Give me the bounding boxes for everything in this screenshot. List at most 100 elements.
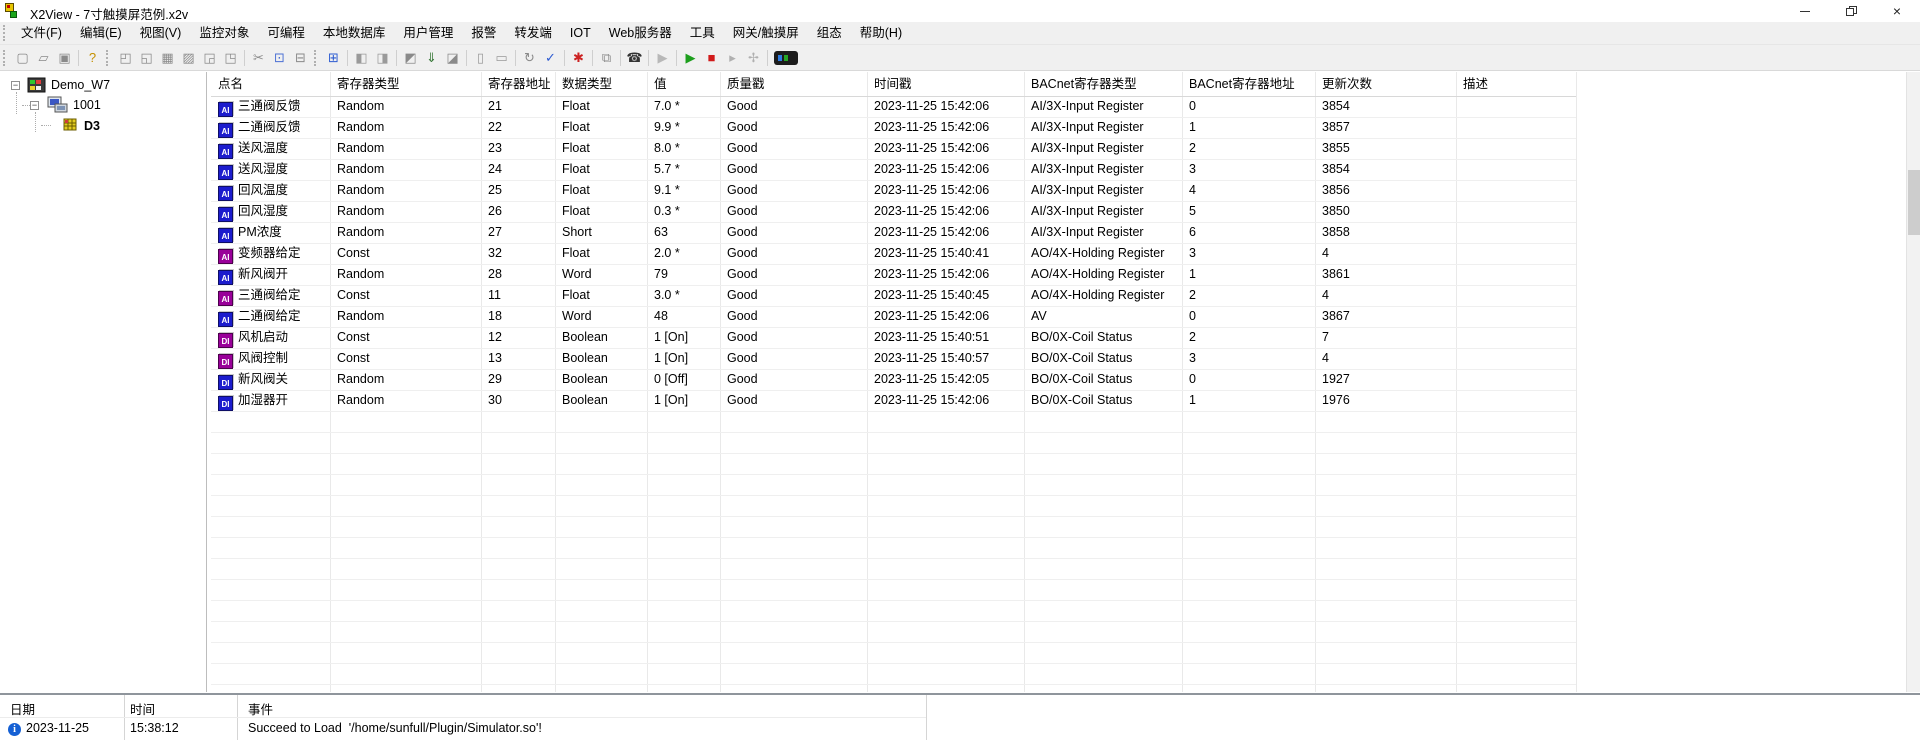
- layout-view-icon[interactable]: ◳: [220, 48, 241, 68]
- cut-icon[interactable]: ✂: [248, 48, 269, 68]
- log-header-date: 日期: [10, 699, 35, 718]
- paste-icon[interactable]: ⊡: [269, 48, 290, 68]
- vertical-scrollbar[interactable]: [1906, 72, 1920, 692]
- table-row[interactable]: AI新风阀开Random28Word79Good2023-11-25 15:42…: [211, 264, 1576, 285]
- start-run-icon[interactable]: ▶: [680, 48, 701, 68]
- restore-button[interactable]: [1828, 0, 1874, 22]
- refresh-icon[interactable]: ↻: [519, 48, 540, 68]
- cell-bacnet_addr: 4: [1182, 180, 1315, 201]
- panel-splitter[interactable]: [206, 72, 207, 692]
- save-file-icon[interactable]: ▣: [54, 48, 75, 68]
- table-row[interactable]: DI风机启动Const12Boolean1 [On]Good2023-11-25…: [211, 327, 1576, 348]
- tree-node-d3[interactable]: D3: [84, 119, 100, 133]
- table-row[interactable]: AI二通阀反馈Random22Float9.9 *Good2023-11-25 …: [211, 117, 1576, 138]
- color-palette-icon[interactable]: ⊞: [323, 48, 344, 68]
- cell-quality: Good: [720, 138, 867, 159]
- scrollbar-thumb[interactable]: [1908, 170, 1920, 235]
- tree-node-demo-w7[interactable]: Demo_W7: [51, 78, 110, 92]
- column-header-5[interactable]: 质量戳: [720, 72, 867, 96]
- help-icon[interactable]: ?: [82, 48, 103, 68]
- menu-item-14[interactable]: 帮助(H): [851, 22, 911, 44]
- table-row[interactable]: AI回风温度Random25Float9.1 *Good2023-11-25 1…: [211, 180, 1576, 201]
- menu-item-11[interactable]: 工具: [681, 22, 724, 44]
- cell-value: 1 [On]: [647, 348, 720, 369]
- cell-name: AI回风温度: [211, 180, 330, 201]
- table-row[interactable]: AI变频器给定Const32Float2.0 *Good2023-11-25 1…: [211, 243, 1576, 264]
- minimize-button[interactable]: [1782, 0, 1828, 22]
- table-row[interactable]: AI送风温度Random23Float8.0 *Good2023-11-25 1…: [211, 138, 1576, 159]
- table-row[interactable]: AI三通阀给定Const11Float3.0 *Good2023-11-25 1…: [211, 285, 1576, 306]
- menu-item-7[interactable]: 报警: [462, 22, 505, 44]
- telephone-icon[interactable]: ☎: [624, 48, 645, 68]
- cell-bacnet_addr: 0: [1182, 369, 1315, 390]
- cell-value: 2.0 *: [647, 243, 720, 264]
- cell-timestamp: 2023-11-25 15:40:41: [867, 243, 1024, 264]
- table-row[interactable]: AIPM浓度Random27Short63Good2023-11-25 15:4…: [211, 222, 1576, 243]
- column-header-4[interactable]: 值: [647, 72, 720, 96]
- apply-check-icon[interactable]: ✓: [540, 48, 561, 68]
- copy-icon[interactable]: ⊟: [290, 48, 311, 68]
- close-button[interactable]: ×: [1874, 0, 1920, 22]
- tool-config-icon[interactable]: ◩: [400, 48, 421, 68]
- column-header-2[interactable]: 寄存器地址: [481, 72, 555, 96]
- menu-item-12[interactable]: 网关/触摸屏: [724, 22, 808, 44]
- table-row[interactable]: DI新风阀关Random29Boolean0 [Off]Good2023-11-…: [211, 369, 1576, 390]
- cell-addr: 22: [481, 117, 555, 138]
- deploy-download-icon[interactable]: ⇓: [421, 48, 442, 68]
- tree-expander-root[interactable]: −: [11, 81, 20, 90]
- open-file-icon[interactable]: ▱: [33, 48, 54, 68]
- menu-item-10[interactable]: Web服务器: [600, 22, 681, 44]
- window-preview-icon[interactable]: ▯: [470, 48, 491, 68]
- device-view-icon[interactable]: ◰: [115, 48, 136, 68]
- menu-item-3[interactable]: 监控对象: [190, 22, 258, 44]
- align-objects-icon[interactable]: ◧: [351, 48, 372, 68]
- close-icon: ×: [1893, 4, 1901, 18]
- table-row[interactable]: DI风阀控制Const13Boolean1 [On]Good2023-11-25…: [211, 348, 1576, 369]
- cell-value: 79: [647, 264, 720, 285]
- debug-run-icon[interactable]: ✢: [743, 48, 764, 68]
- run-disabled-icon[interactable]: ▶: [652, 48, 673, 68]
- column-header-7[interactable]: BACnet寄存器类型: [1024, 72, 1182, 96]
- menu-item-8[interactable]: 转发端: [505, 22, 561, 44]
- tree-expander-1001[interactable]: −: [30, 101, 39, 110]
- monitor-view-icon[interactable]: ◱: [136, 48, 157, 68]
- column-header-8[interactable]: BACnet寄存器地址: [1182, 72, 1315, 96]
- column-header-0[interactable]: 点名: [211, 72, 330, 96]
- menu-item-2[interactable]: 视图(V): [131, 22, 191, 44]
- menu-item-6[interactable]: 用户管理: [394, 22, 462, 44]
- row-grid-line: [211, 663, 1576, 664]
- menu-item-1[interactable]: 编辑(E): [71, 22, 131, 44]
- menu-item-4[interactable]: 可编程: [258, 22, 314, 44]
- column-header-1[interactable]: 寄存器类型: [330, 72, 481, 96]
- column-header-10[interactable]: 描述: [1456, 72, 1576, 96]
- table-row[interactable]: AI回风湿度Random26Float0.3 *Good2023-11-25 1…: [211, 201, 1576, 222]
- table-row[interactable]: AI送风湿度Random24Float5.7 *Good2023-11-25 1…: [211, 159, 1576, 180]
- cascade-windows-icon[interactable]: ⧉: [596, 48, 617, 68]
- column-header-6[interactable]: 时间戳: [867, 72, 1024, 96]
- new-file-icon[interactable]: ▢: [12, 48, 33, 68]
- table-row[interactable]: DI加湿器开Random30Boolean1 [On]Good2023-11-2…: [211, 390, 1576, 411]
- tag-grid-icon[interactable]: ▦: [157, 48, 178, 68]
- cell-bacnet_addr: 1: [1182, 390, 1315, 411]
- table-row[interactable]: AI二通阀给定Random18Word48Good2023-11-25 15:4…: [211, 306, 1576, 327]
- tree-node-1001[interactable]: 1001: [73, 98, 101, 112]
- console-terminal-icon[interactable]: [774, 51, 798, 65]
- table-row[interactable]: AI三通阀反馈Random21Float7.0 *Good2023-11-25 …: [211, 96, 1576, 117]
- group-objects-icon[interactable]: ◨: [372, 48, 393, 68]
- report-view-icon[interactable]: ◲: [199, 48, 220, 68]
- window-preview2-icon[interactable]: ▭: [491, 48, 512, 68]
- menu-item-0[interactable]: 文件(F): [12, 22, 71, 44]
- menu-item-9[interactable]: IOT: [561, 22, 600, 44]
- column-header-3[interactable]: 数据类型: [555, 72, 647, 96]
- column-header-9[interactable]: 更新次数: [1315, 72, 1456, 96]
- menu-item-5[interactable]: 本地数据库: [314, 22, 395, 44]
- menu-item-13[interactable]: 组态: [808, 22, 851, 44]
- alarm-icon[interactable]: ✱: [568, 48, 589, 68]
- monitor-alert-icon[interactable]: ◪: [442, 48, 463, 68]
- cell-addr: 28: [481, 264, 555, 285]
- trend-chart-icon[interactable]: ▨: [178, 48, 199, 68]
- step-run-icon[interactable]: ▸: [722, 48, 743, 68]
- row-grid-line: [211, 558, 1576, 559]
- stop-run-icon[interactable]: ■: [701, 48, 722, 68]
- point-type-icon: AI: [218, 291, 233, 306]
